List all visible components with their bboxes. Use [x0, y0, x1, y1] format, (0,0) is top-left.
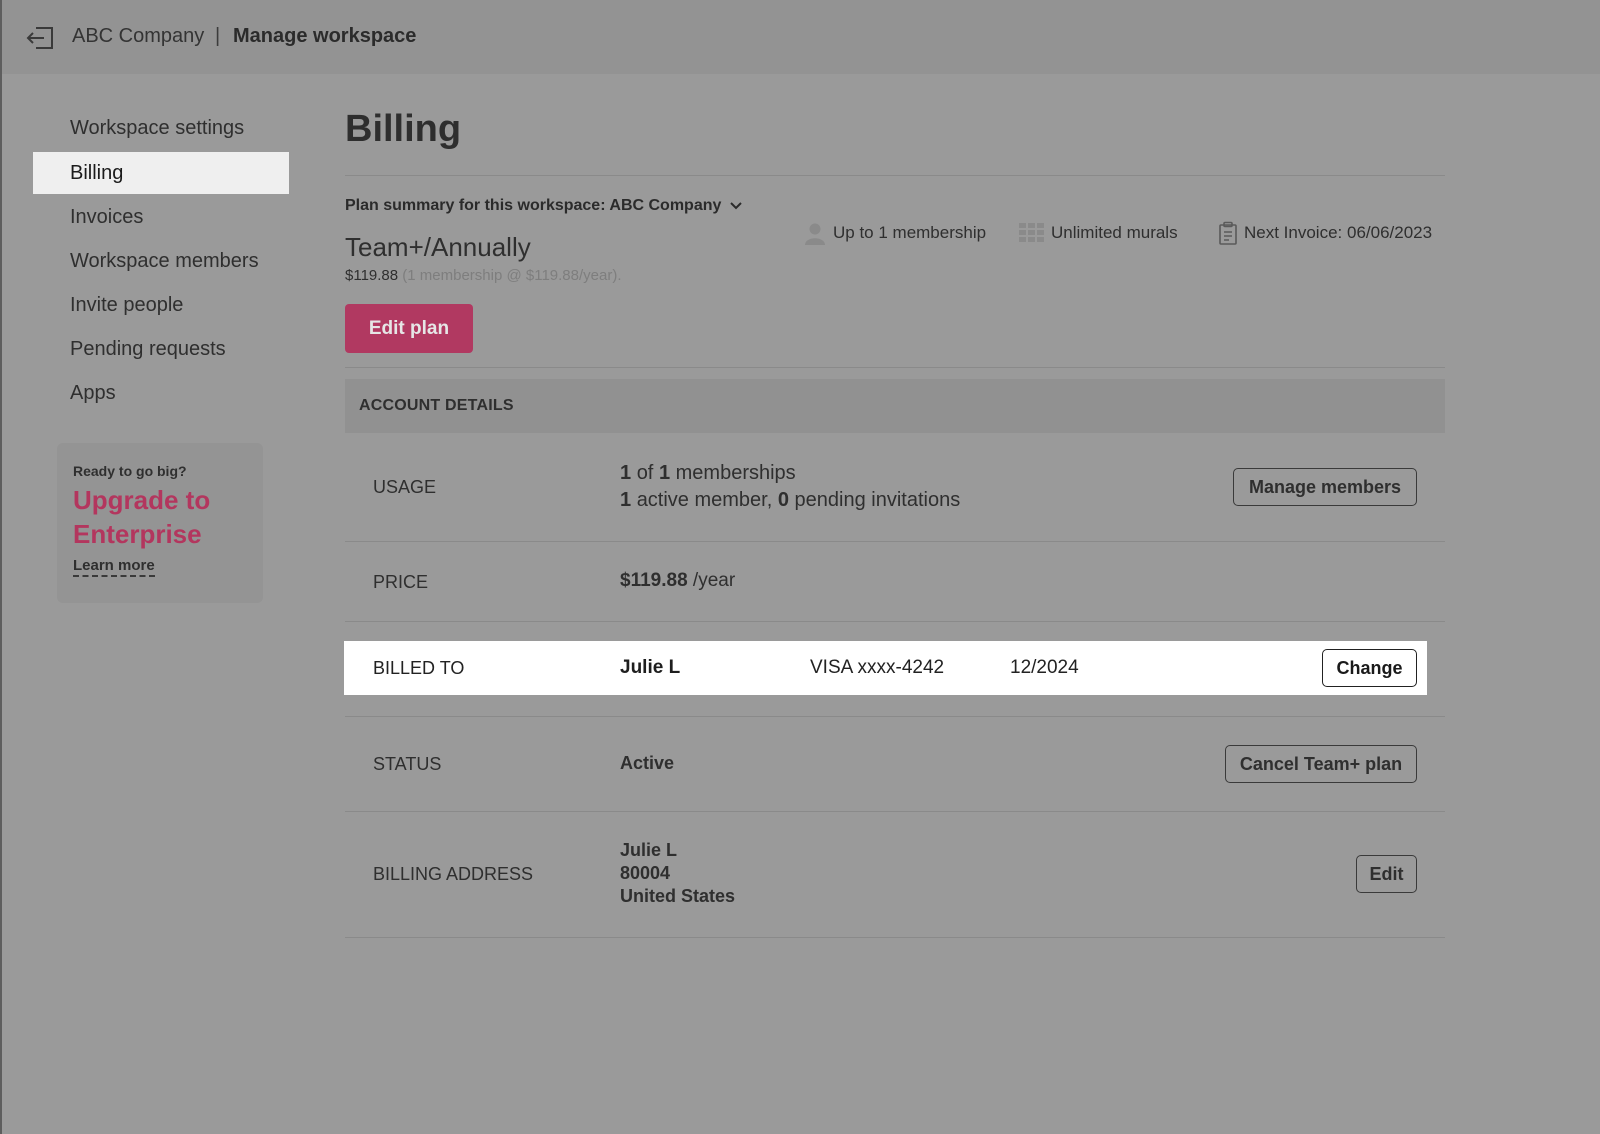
sidebar-item-apps[interactable]: Apps — [33, 372, 289, 414]
edit-address-button[interactable]: Edit — [1356, 855, 1417, 893]
feature-murals: Unlimited murals — [1019, 220, 1178, 246]
breadcrumb-company[interactable]: ABC Company — [72, 25, 204, 48]
divider — [345, 621, 1445, 622]
chevron-down-icon — [730, 202, 743, 210]
divider — [345, 811, 1445, 812]
exit-icon[interactable] — [24, 24, 56, 52]
upgrade-promo-card: Ready to go big? Upgrade to Enterprise L… — [57, 443, 263, 603]
billed-to-label: BILLED TO — [373, 658, 465, 678]
divider — [345, 937, 1445, 938]
plan-summary-dropdown[interactable]: Plan summary for this workspace: ABC Com… — [345, 197, 743, 215]
plan-price: $119.88 (1 membership @ $119.88/year). — [345, 267, 622, 284]
manage-members-button[interactable]: Manage members — [1233, 468, 1417, 506]
status-value: Active — [620, 753, 675, 773]
divider — [345, 541, 1445, 542]
price-value: $119.88 /year — [620, 570, 736, 591]
user-icon — [805, 223, 825, 245]
feature-next-invoice: Next Invoice: 06/06/2023 — [1218, 220, 1432, 246]
billing-address-label: BILLING ADDRESS — [373, 864, 534, 884]
sidebar-item-invoices[interactable]: Invoices — [33, 196, 289, 238]
top-bar: ABC Company | Manage workspace — [2, 0, 1600, 74]
clipboard-icon — [1219, 221, 1237, 245]
usage-members: 1 active member, 0 pending invitations — [620, 489, 961, 511]
plan-price-detail: (1 membership @ $119.88/year). — [402, 267, 622, 284]
usage-memberships: 1 of 1 memberships — [620, 462, 796, 484]
sidebar-item-billing[interactable]: Billing — [33, 152, 289, 194]
billed-to-name: Julie L — [620, 657, 681, 678]
edit-plan-button[interactable]: Edit plan — [345, 304, 473, 353]
price-label: PRICE — [373, 572, 429, 592]
billing-address-name: Julie L — [620, 840, 678, 860]
window-edge — [0, 0, 2, 1134]
change-payment-button[interactable]: Change — [1322, 649, 1417, 687]
sidebar-item-pending-requests[interactable]: Pending requests — [33, 328, 289, 370]
billing-address-country: United States — [620, 886, 736, 906]
plan-name: Team+/Annually — [345, 232, 531, 262]
plan-price-amount: $119.88 — [345, 267, 399, 284]
page-title: Billing — [345, 108, 462, 150]
divider — [345, 367, 1445, 368]
grid-icon — [1019, 223, 1044, 242]
feature-murals-label: Unlimited murals — [1051, 223, 1178, 242]
breadcrumb-separator: | — [215, 25, 221, 47]
cancel-plan-button[interactable]: Cancel Team+ plan — [1225, 745, 1417, 783]
usage-label: USAGE — [373, 477, 437, 497]
sidebar-item-workspace-settings[interactable]: Workspace settings — [33, 107, 289, 149]
page-header-title: Manage workspace — [233, 25, 417, 47]
billed-to-row: BILLED TO Julie L VISA xxxx-4242 12/2024… — [344, 641, 1427, 695]
sidebar-item-invite-people[interactable]: Invite people — [33, 284, 289, 326]
divider — [345, 716, 1445, 717]
divider — [345, 175, 1445, 176]
billed-to-expiry: 12/2024 — [1010, 657, 1079, 678]
billed-to-card: VISA xxxx-4242 — [810, 657, 945, 678]
feature-membership: Up to 1 membership — [803, 220, 986, 246]
sidebar-item-workspace-members[interactable]: Workspace members — [33, 240, 289, 282]
promo-kicker: Ready to go big? — [73, 463, 187, 479]
account-details-header: ACCOUNT DETAILS — [345, 379, 1445, 433]
feature-next-invoice-label: Next Invoice: 06/06/2023 — [1244, 223, 1433, 242]
status-label: STATUS — [373, 754, 442, 774]
plan-summary-label: Plan summary for this workspace: ABC Com… — [345, 197, 722, 214]
feature-membership-label: Up to 1 membership — [833, 223, 987, 242]
billing-address-postal: 80004 — [620, 863, 671, 883]
learn-more-link[interactable]: Learn more — [73, 557, 155, 577]
promo-upgrade-link[interactable]: Upgrade to Enterprise — [73, 483, 253, 551]
